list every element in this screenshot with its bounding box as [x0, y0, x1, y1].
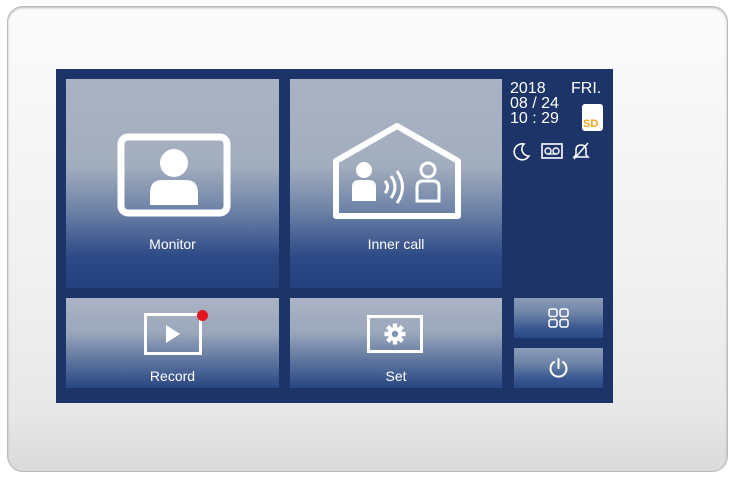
- weekday-text: FRI.: [571, 80, 602, 97]
- voicemail-icon: [541, 143, 563, 159]
- power-button[interactable]: [514, 348, 603, 388]
- record-tile[interactable]: Record: [66, 298, 279, 388]
- gear-icon: [367, 315, 423, 353]
- sd-card-icon: SD: [582, 104, 603, 131]
- monitor-label: Monitor: [149, 236, 196, 252]
- date-text: 08 / 24: [510, 95, 559, 112]
- device-glare: [8, 411, 727, 471]
- power-icon: [549, 358, 568, 378]
- inner-call-icon: [333, 123, 461, 219]
- inner-call-tile[interactable]: Inner call: [290, 79, 502, 288]
- set-label: Set: [385, 368, 407, 384]
- play-video-icon: [144, 313, 202, 355]
- monitor-icon: [117, 133, 231, 217]
- apps-button[interactable]: [514, 298, 603, 338]
- bell-muted-icon: [572, 142, 590, 160]
- monitor-tile[interactable]: Monitor: [66, 79, 279, 288]
- inner-call-label: Inner call: [367, 236, 425, 252]
- record-label: Record: [149, 368, 196, 384]
- grid-icon: [548, 308, 569, 328]
- screen: Monitor Inner call Record Set 2018 FRI. …: [56, 69, 613, 403]
- year-text: 2018: [510, 80, 546, 97]
- moon-icon: [513, 143, 531, 161]
- sd-label: SD: [583, 118, 599, 130]
- set-tile[interactable]: Set: [290, 298, 502, 388]
- new-record-indicator: [197, 310, 208, 321]
- time-text: 10 : 29: [510, 110, 559, 127]
